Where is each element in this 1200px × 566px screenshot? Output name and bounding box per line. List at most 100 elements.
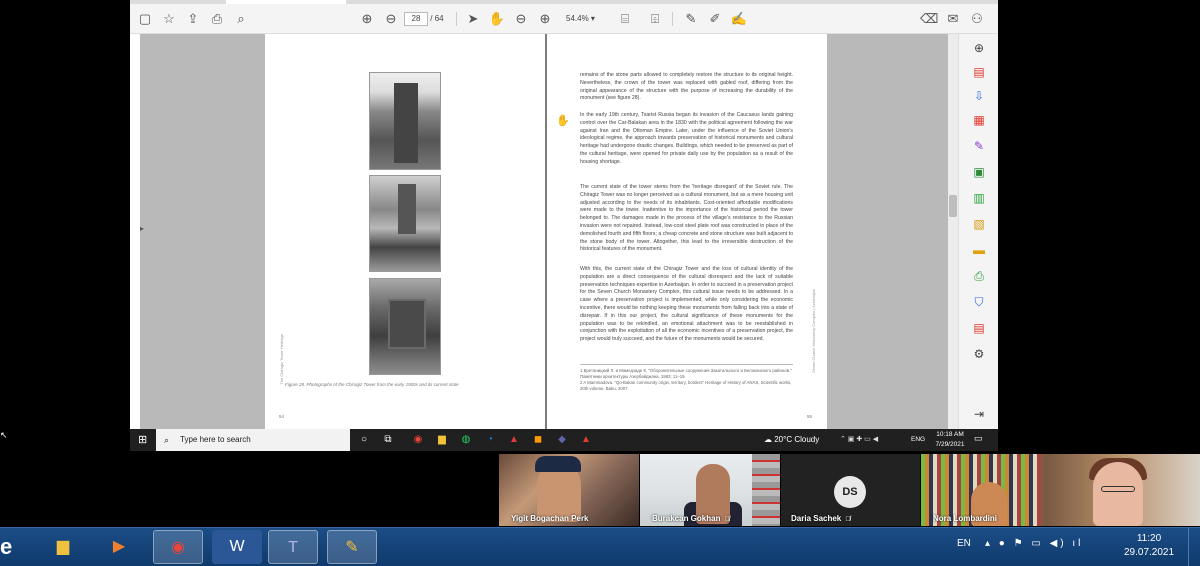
- comment-icon[interactable]: ✎: [682, 10, 700, 28]
- file-explorer-icon[interactable]: ▆: [38, 530, 88, 564]
- page-side-label: The Chiragiz Tower Heritage: [279, 334, 284, 385]
- footnotes: 1 Бретаницкий Л. и Мамедзаде К. "Оборони…: [580, 364, 793, 392]
- teams-icon[interactable]: T: [268, 530, 318, 564]
- paragraph: With this, the current state of the Chir…: [580, 266, 793, 343]
- language-indicator[interactable]: EN: [957, 538, 971, 549]
- media-player-icon[interactable]: ▶: [94, 530, 144, 564]
- zoom-icon[interactable]: ⊕: [971, 40, 987, 56]
- zoom-out-icon[interactable]: ⊖: [512, 10, 530, 28]
- left-page: Figure 28. Photographs of the Chiragiz T…: [265, 34, 545, 429]
- participant-tile[interactable]: DS Daria Sachek 🎙̸: [781, 454, 920, 526]
- edge-icon[interactable]: ◔: [482, 432, 498, 448]
- shared-screen: ▢ ☆ ⇪ ⎙ ⌕ ⊕ ⊖ 28 / 64 ➤ ✋ ⊖ ⊕ 54.4% ▾ ⌸ …: [130, 0, 998, 451]
- tools-rail: ⊕ ▤ ⇩ ▦ ✎ ▣ ▥ ▧ ▬ ⎙ ⛉ ▤ ⚙ ⇥: [958, 34, 998, 429]
- participant-glasses: [1101, 486, 1135, 492]
- avatar: DS: [834, 476, 866, 508]
- star-icon[interactable]: ☆: [160, 10, 178, 28]
- system-clock[interactable]: 10:18 AM 7/29/2021: [932, 430, 968, 450]
- toolbar-divider: [456, 12, 457, 26]
- system-clock[interactable]: 11:20 29.07.2021: [1124, 532, 1174, 560]
- highlight-icon[interactable]: ✐: [706, 10, 724, 28]
- weather-widget[interactable]: ☁ 20°C Cloudy: [764, 429, 819, 451]
- participant-name: Daria Sachek: [791, 514, 842, 523]
- save-icon[interactable]: ▢: [136, 10, 154, 28]
- chrome-icon[interactable]: ◉: [410, 432, 426, 448]
- hand-tool-icon[interactable]: ✋: [488, 10, 506, 28]
- page-up-icon[interactable]: ⊕: [358, 10, 376, 28]
- tower-photo-3: [369, 278, 441, 375]
- document-area[interactable]: ▸ Figure 28. Photographs of the Chiragiz…: [140, 34, 948, 429]
- fit-page-icon[interactable]: ⌸: [616, 10, 634, 28]
- search-icon: ⌕: [164, 435, 170, 445]
- cursor-arrow-icon: ↖: [0, 430, 8, 440]
- pdf-reader-icon[interactable]: ▲: [578, 432, 594, 448]
- zoom-search-icon[interactable]: ⌕: [232, 10, 250, 28]
- cloud-icon: ☁: [764, 435, 775, 444]
- print-production-icon[interactable]: ⎙: [971, 268, 987, 284]
- zoom-in-icon[interactable]: ⊕: [536, 10, 554, 28]
- acrobat-icon[interactable]: ▲: [506, 432, 522, 448]
- edit-pdf-icon[interactable]: ▥: [971, 190, 987, 206]
- scrollbar-thumb[interactable]: [949, 195, 957, 217]
- page-down-icon[interactable]: ⊖: [382, 10, 400, 28]
- tower-photo-2: [369, 175, 441, 272]
- select-cursor-icon[interactable]: ➤: [464, 10, 482, 28]
- background-shelf: [752, 454, 780, 526]
- video-participants-strip: Yigit Bogachan Perk Burakcan Gokhan 🎙̸ DS…: [0, 451, 1200, 527]
- footnote: 2 A Mammadova. "Qo-Bakan community origi…: [580, 380, 792, 391]
- more-tools-icon[interactable]: ⚙: [971, 346, 987, 362]
- combine-files-icon[interactable]: ▣: [971, 164, 987, 180]
- search-placeholder: Type here to search: [180, 435, 251, 444]
- zoom-level[interactable]: 54.4% ▾: [566, 10, 606, 28]
- word-icon[interactable]: W: [212, 530, 262, 564]
- participant-tile[interactable]: Yigit Bogachan Perk: [499, 454, 639, 526]
- protect-icon[interactable]: ⛉: [971, 294, 987, 310]
- notification-icon[interactable]: ▭: [974, 433, 983, 444]
- paint-icon[interactable]: ✎: [327, 530, 377, 564]
- task-view-icon[interactable]: ⧉: [380, 432, 396, 448]
- whatsapp-icon[interactable]: ◍: [458, 432, 474, 448]
- left-panel-toggle-icon[interactable]: ▸: [140, 224, 144, 233]
- fill-sign-icon[interactable]: ✎: [971, 138, 987, 154]
- page-number: 54: [279, 414, 285, 419]
- share-user-icon[interactable]: ⚇: [968, 10, 986, 28]
- export-pdf-icon[interactable]: ⇩: [971, 88, 987, 104]
- right-page: remains of the stone parts allowed to co…: [547, 34, 827, 429]
- cortana-icon[interactable]: ○: [356, 432, 372, 448]
- windows-start-icon[interactable]: ⊞: [138, 433, 152, 447]
- taskbar-search[interactable]: ⌕ Type here to search: [156, 429, 350, 451]
- compress-pdf-icon[interactable]: ▤: [971, 320, 987, 336]
- create-pdf-icon[interactable]: ▤: [971, 64, 987, 80]
- upload-icon[interactable]: ⇪: [184, 10, 202, 28]
- illustrator-icon[interactable]: ◼: [530, 432, 546, 448]
- page-number: 55: [807, 414, 813, 419]
- page-number-input[interactable]: 28: [404, 12, 428, 26]
- teams-icon[interactable]: ◆: [554, 432, 570, 448]
- collapse-rail-icon[interactable]: ⇥: [971, 406, 987, 422]
- sign-icon[interactable]: ✍: [730, 10, 748, 28]
- request-signature-icon[interactable]: ▧: [971, 216, 987, 232]
- system-tray-icons[interactable]: ⌃ ▣ ✚ ▭ ◀: [840, 429, 878, 451]
- paragraph: The current state of the tower stems fro…: [580, 184, 793, 253]
- show-desktop-button[interactable]: [1188, 528, 1200, 566]
- chrome-icon[interactable]: ◉: [153, 530, 203, 564]
- comment-tool-icon[interactable]: ▬: [971, 242, 987, 258]
- participant-name: Nora Lombardini: [933, 514, 998, 523]
- scroll-mode-icon[interactable]: ⌹: [646, 10, 664, 28]
- participant-tile[interactable]: Nora Lombardini: [921, 454, 1200, 526]
- mic-off-icon: 🎙̸: [724, 516, 730, 523]
- print-icon[interactable]: ⎙: [208, 10, 226, 28]
- mail-icon[interactable]: ✉: [944, 10, 962, 28]
- clock-date: 7/29/2021: [935, 441, 965, 448]
- tower-photo-1: [369, 72, 441, 170]
- organize-pages-icon[interactable]: ▦: [971, 112, 987, 128]
- language-indicator[interactable]: ENG: [911, 429, 925, 451]
- clock-time: 11:20: [1136, 533, 1162, 544]
- system-tray-icons[interactable]: ▴ ● ⚑ ▭ ◀) ıl: [985, 538, 1083, 549]
- edit-icon[interactable]: ⌫: [920, 10, 938, 28]
- page-total: 64: [434, 14, 444, 23]
- start-orb-icon[interactable]: e: [0, 532, 22, 562]
- file-explorer-icon[interactable]: ▆: [434, 432, 450, 448]
- scrollbar[interactable]: [948, 34, 958, 429]
- participant-tile[interactable]: Burakcan Gokhan 🎙̸: [640, 454, 780, 526]
